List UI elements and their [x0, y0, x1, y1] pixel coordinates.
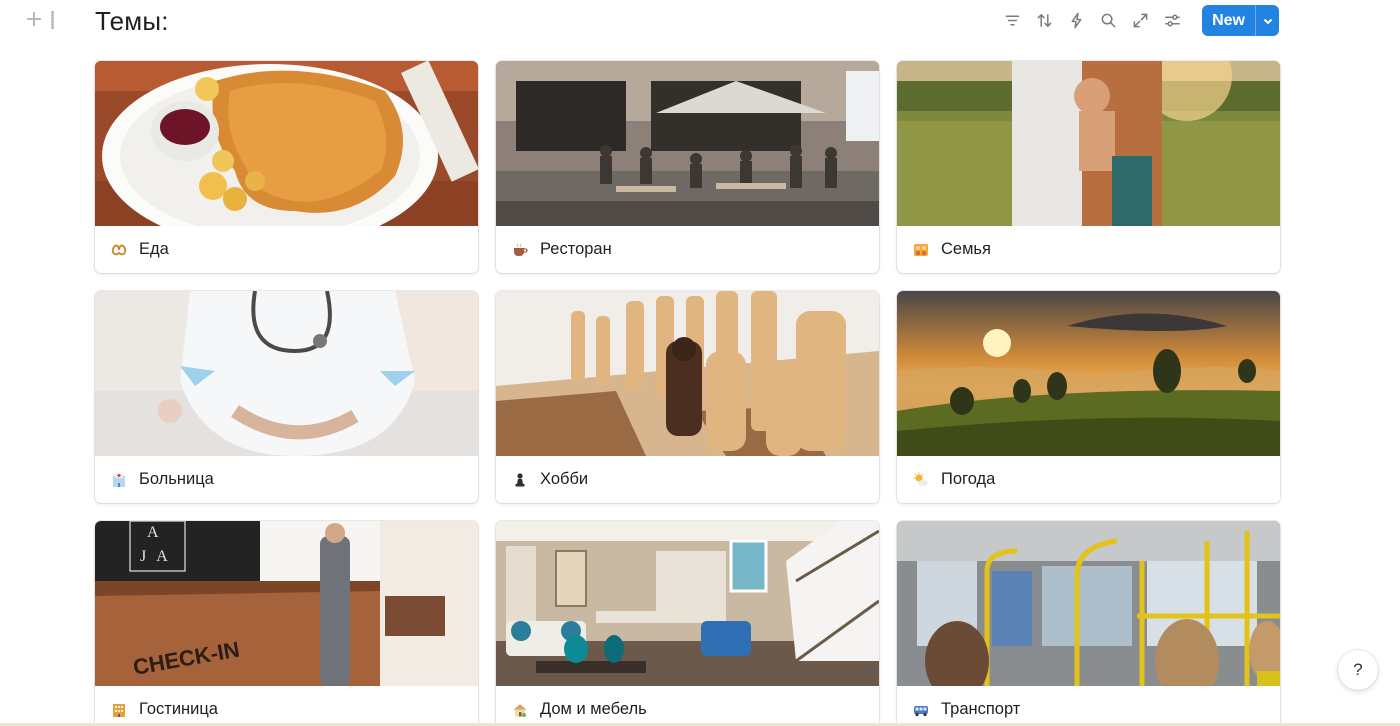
family-photo: [897, 61, 1280, 226]
gallery-card[interactable]: Дом и мебель: [496, 521, 879, 726]
filter-icon: [1005, 15, 1019, 26]
sort-button[interactable]: [1032, 6, 1056, 36]
card-caption: Дом и мебель: [496, 686, 879, 726]
card-title: Гостиница: [139, 700, 218, 718]
chevron-down-icon: [1263, 18, 1272, 24]
gallery-card[interactable]: Ресторан: [496, 61, 879, 273]
card-title: Хобби: [540, 470, 589, 488]
card-title: Семья: [941, 240, 991, 258]
family-icon: [912, 241, 930, 259]
card-title: Ресторан: [540, 240, 612, 258]
card-caption: Ресторан: [496, 226, 879, 273]
search-icon: [1101, 13, 1115, 28]
new-button-label[interactable]: New: [1202, 5, 1255, 36]
bus-photo: [897, 521, 1280, 686]
hotel-photo: A JA CHECK-IN: [95, 521, 478, 686]
pretzel-icon: [110, 241, 128, 259]
chess-photo: [496, 291, 879, 456]
sort-icon: [1037, 14, 1051, 27]
sunset-photo: [897, 291, 1280, 456]
gallery-card[interactable]: Еда: [95, 61, 478, 273]
settings-icon: [1164, 14, 1180, 27]
svg-text:JA: JA: [140, 548, 178, 565]
card-caption: Семья: [897, 226, 1280, 273]
gallery-card[interactable]: Транспорт: [897, 521, 1280, 726]
card-title: Погода: [941, 470, 996, 488]
card-caption: Транспорт: [897, 686, 1280, 726]
expand-icon: [1133, 13, 1147, 28]
restaurant-photo: [496, 61, 879, 226]
sun-behind-cloud-icon: [912, 471, 930, 489]
gallery-card[interactable]: A JA CHECK-IN Гостиница: [95, 521, 478, 726]
settings-button[interactable]: [1160, 6, 1184, 36]
database-toolbar: New: [1000, 5, 1279, 36]
gallery-card[interactable]: Семья: [897, 61, 1280, 273]
automation-icon: [1071, 12, 1082, 29]
hospital-icon: [110, 471, 128, 489]
filter-button[interactable]: [1000, 6, 1024, 36]
chess-pawn-icon: [511, 471, 529, 489]
card-caption: Погода: [897, 456, 1280, 503]
living-room-photo: [496, 521, 879, 686]
gallery-card[interactable]: Больница: [95, 291, 478, 503]
food-photo: [95, 61, 478, 226]
card-caption: Больница: [95, 456, 478, 503]
hospital-photo: [95, 291, 478, 456]
card-title: Дом и мебель: [540, 700, 647, 718]
card-caption: Гостиница: [95, 686, 478, 726]
gallery-card[interactable]: Погода: [897, 291, 1280, 503]
new-button[interactable]: New: [1202, 5, 1279, 36]
bus-icon: [912, 701, 930, 719]
hotel-icon: [110, 701, 128, 719]
search-button[interactable]: [1096, 6, 1120, 36]
card-caption: Хобби: [496, 456, 879, 503]
help-button[interactable]: ?: [1338, 650, 1378, 690]
gallery-card[interactable]: Хобби: [496, 291, 879, 503]
new-dropdown-button[interactable]: [1255, 5, 1279, 36]
card-title: Еда: [139, 240, 169, 258]
card-title: Больница: [139, 470, 214, 488]
svg-text:A: A: [147, 524, 169, 541]
drag-handle-icon[interactable]: [51, 11, 61, 29]
block-handle: [27, 11, 61, 29]
card-caption: Еда: [95, 226, 478, 273]
automation-button[interactable]: [1064, 6, 1088, 36]
page-title: Темы:: [95, 6, 169, 36]
gallery-grid: Еда Ресторан Семья Больница Хобби Погода…: [95, 61, 1280, 726]
add-block-icon[interactable]: [27, 12, 41, 26]
coffee-icon: [511, 241, 529, 259]
card-title: Транспорт: [941, 700, 1021, 718]
expand-button[interactable]: [1128, 6, 1152, 36]
house-icon: [511, 701, 529, 719]
